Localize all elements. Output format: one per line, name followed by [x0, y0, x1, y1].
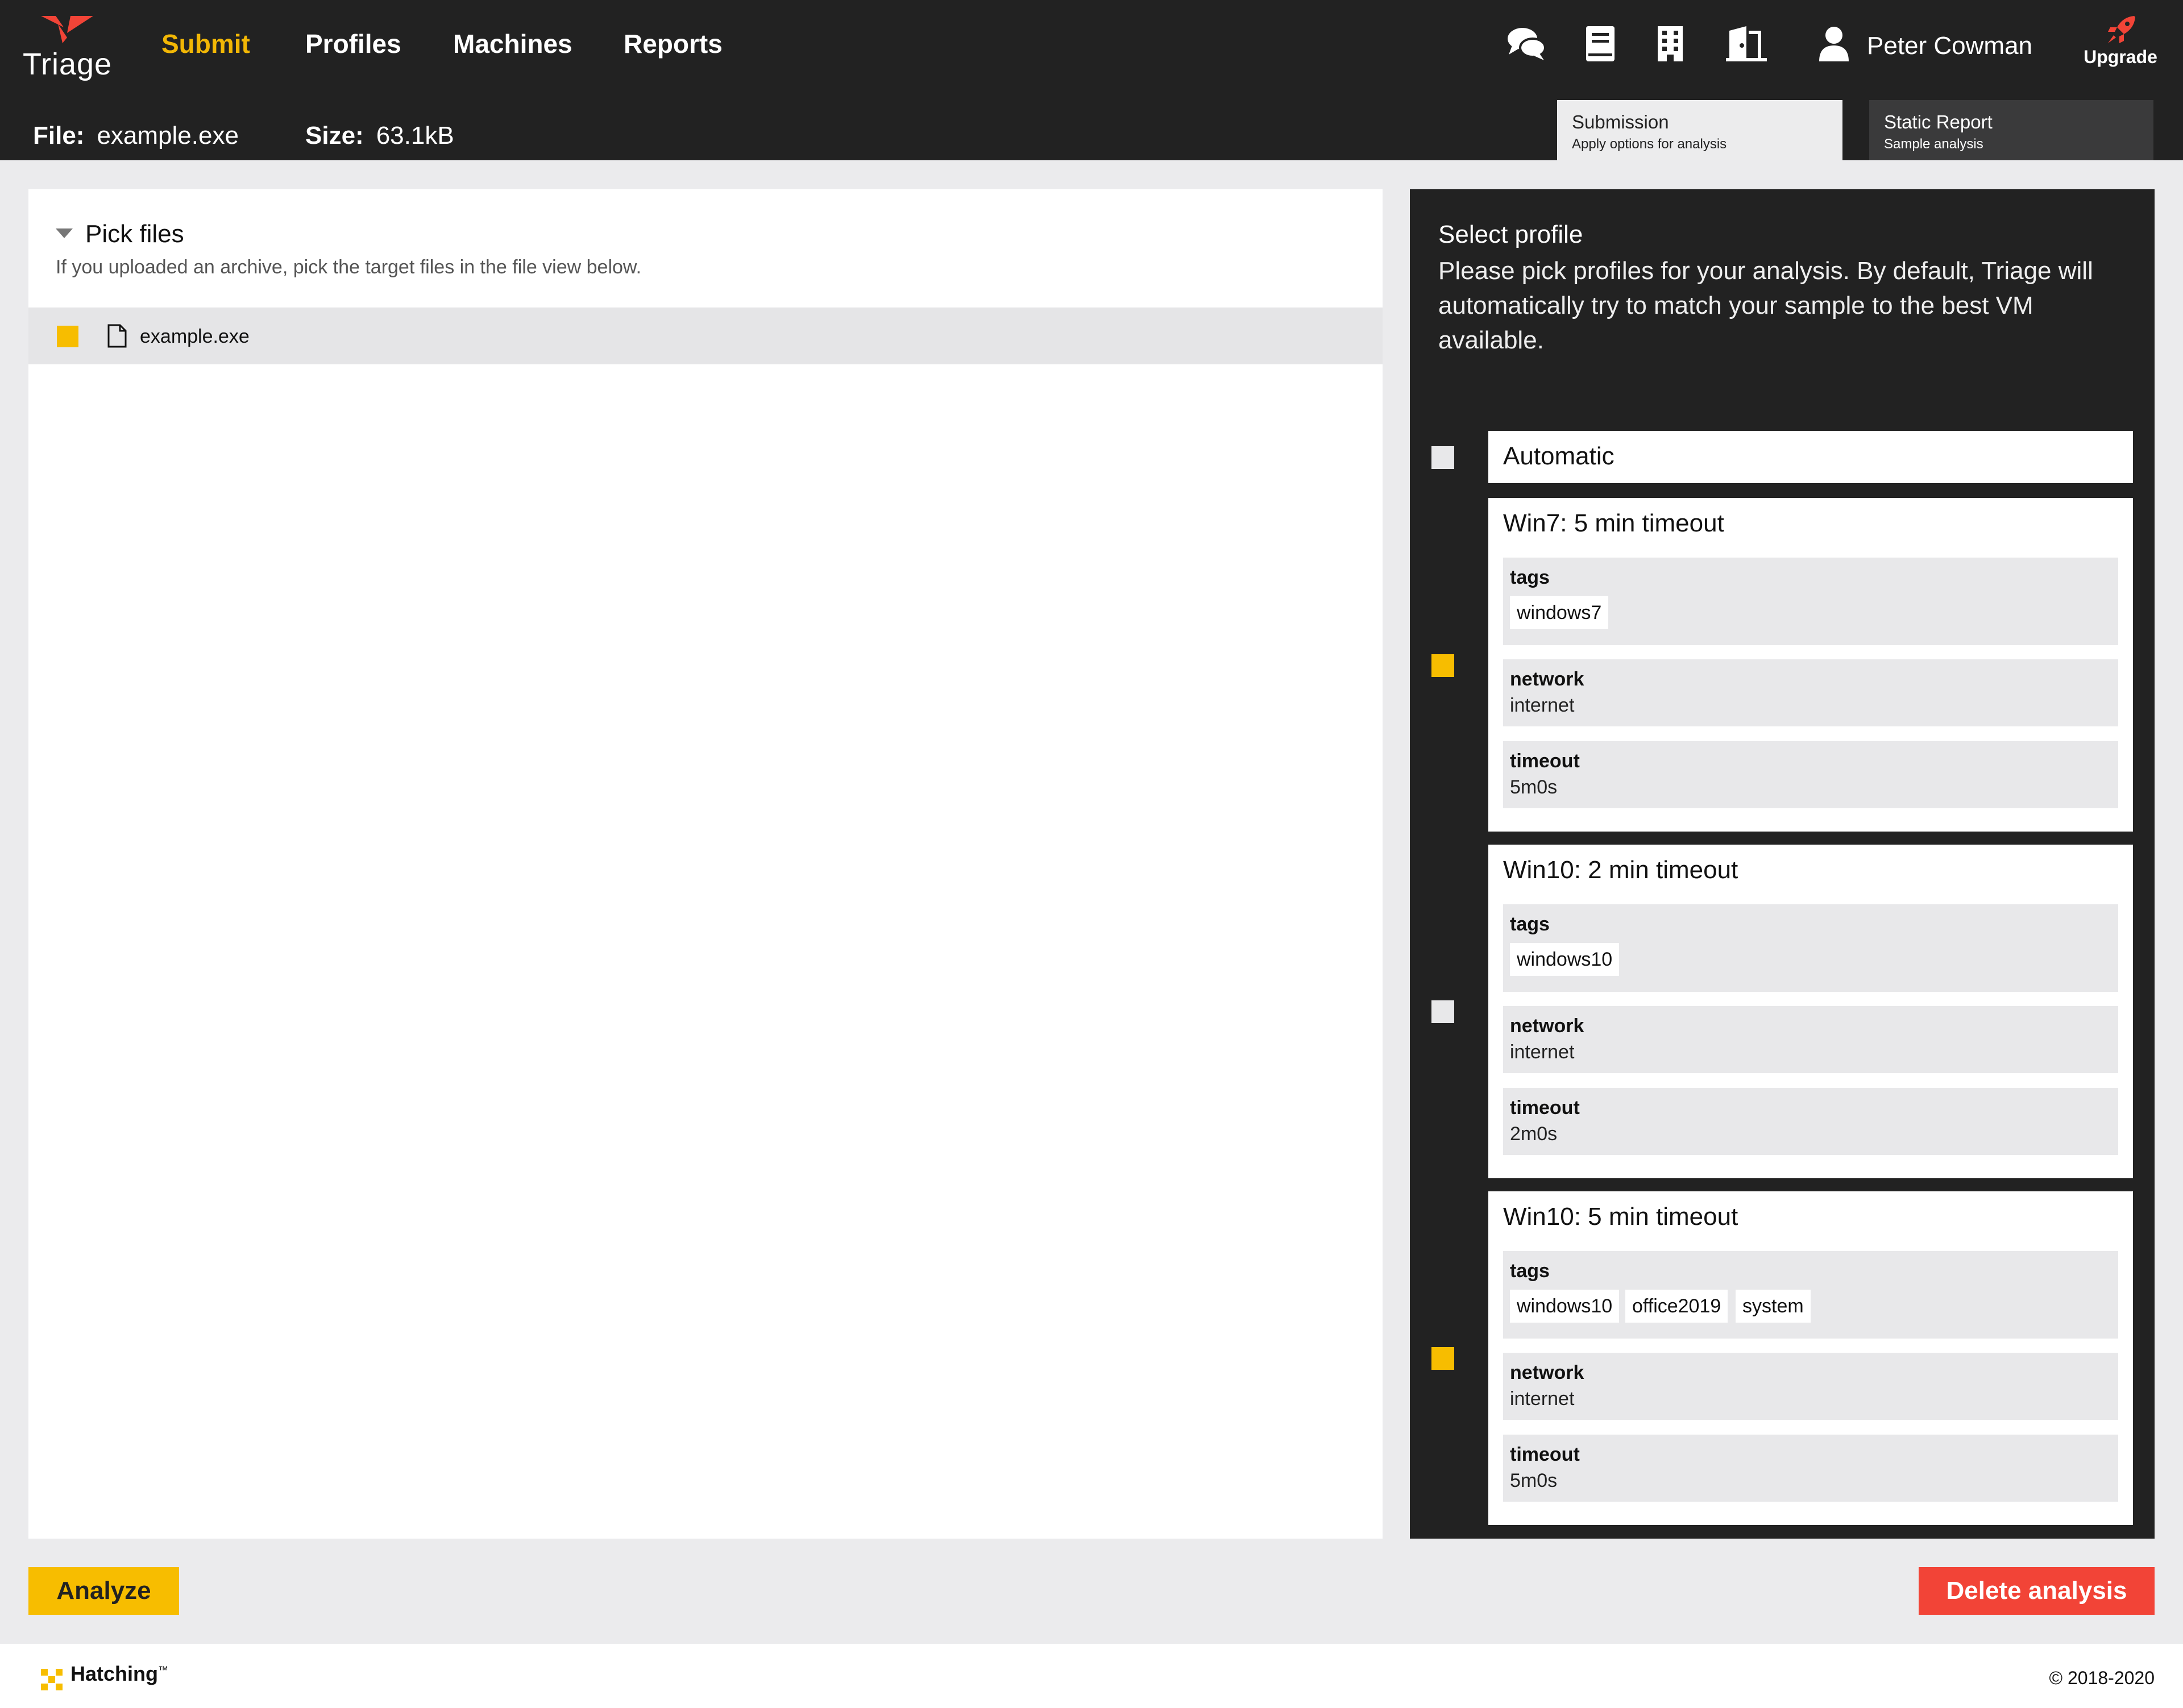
tab-static-report[interactable]: Static Report Sample analysis: [1869, 100, 2153, 160]
timeout-label: timeout: [1510, 1097, 1580, 1119]
size-label: Size:: [305, 122, 364, 149]
profile-automatic[interactable]: Automatic: [1488, 431, 2133, 483]
file-name: example.exe: [97, 122, 239, 149]
file-checkbox[interactable]: [57, 326, 78, 347]
user-name[interactable]: Peter Cowman: [1867, 32, 2032, 60]
profile-automatic-label: Automatic: [1503, 442, 1615, 470]
tag-chip: windows10: [1510, 1290, 1620, 1323]
nav-submit[interactable]: Submit: [161, 28, 250, 59]
network-value: internet: [1510, 1041, 1575, 1063]
profile-network: network internet: [1503, 1353, 2118, 1420]
tag-chip: office2019: [1625, 1290, 1728, 1323]
tag-chip: system: [1736, 1290, 1811, 1323]
timeout-value: 5m0s: [1510, 1470, 1558, 1491]
profile-tags: tags windows10 office2019 system: [1503, 1251, 2118, 1339]
delete-analysis-button[interactable]: Delete analysis: [1919, 1567, 2155, 1615]
triage-logo-icon: [41, 16, 93, 43]
tab-submission-title: Submission: [1572, 111, 1669, 132]
file-list-item[interactable]: example.exe: [28, 307, 1383, 364]
tag-chip: windows10: [1510, 943, 1620, 976]
logo-text: Triage: [23, 47, 113, 81]
hatching-logo-icon: [41, 1669, 63, 1690]
logout-door-icon[interactable]: [1726, 25, 1767, 63]
profile-checkbox[interactable]: [1431, 654, 1454, 677]
profile-checkbox[interactable]: [1431, 1347, 1454, 1370]
user-avatar-icon[interactable]: [1818, 26, 1850, 61]
chat-icon[interactable]: [1506, 25, 1546, 63]
hatching-brand[interactable]: Hatching™: [70, 1662, 168, 1686]
nav-machines[interactable]: Machines: [453, 28, 572, 59]
analyze-button[interactable]: Analyze: [28, 1567, 179, 1615]
timeout-label: timeout: [1510, 1444, 1580, 1465]
profile-name: Win10: 2 min timeout: [1503, 856, 1738, 884]
network-value: internet: [1510, 695, 1575, 716]
upgrade-label: Upgrade: [2084, 47, 2157, 67]
profile-timeout: timeout 2m0s: [1503, 1088, 2118, 1155]
tags-label: tags: [1510, 913, 1550, 935]
timeout-value: 2m0s: [1510, 1123, 1558, 1145]
profile-name: Win10: 5 min timeout: [1503, 1203, 1738, 1231]
trademark-symbol: ™: [158, 1664, 169, 1676]
tab-static-report-subtitle: Sample analysis: [1884, 136, 1983, 152]
profile-checkbox[interactable]: [1431, 1000, 1454, 1023]
file-icon: [107, 324, 127, 348]
file-size-info: Size: 63.1kB: [305, 122, 454, 150]
profile-name: Win7: 5 min timeout: [1503, 509, 1724, 537]
profile-timeout: timeout 5m0s: [1503, 741, 2118, 808]
tab-static-report-title: Static Report: [1884, 111, 1993, 132]
copyright: © 2018-2020: [2049, 1668, 2155, 1688]
pick-files-title: Pick files: [85, 220, 184, 248]
pick-files-description: If you uploaded an archive, pick the tar…: [56, 256, 642, 278]
nav-reports[interactable]: Reports: [624, 28, 723, 59]
tag-chip: windows7: [1510, 596, 1609, 629]
pick-files-panel: Pick files If you uploaded an archive, p…: [28, 189, 1383, 1539]
profile-timeout: timeout 5m0s: [1503, 1435, 2118, 1502]
top-navigation-bar: Triage Submit Profiles Machines Reports: [0, 0, 2183, 160]
select-profile-panel: Select profile Please pick profiles for …: [1410, 189, 2155, 1539]
tags-label: tags: [1510, 567, 1550, 588]
tab-submission[interactable]: Submission Apply options for analysis: [1557, 100, 1842, 160]
profile-network: network internet: [1503, 659, 2118, 726]
file-name-info: File: example.exe: [33, 122, 239, 150]
tab-submission-subtitle: Apply options for analysis: [1572, 136, 1727, 152]
profile-tags: tags windows10: [1503, 904, 2118, 992]
building-icon[interactable]: [1655, 25, 1695, 63]
select-profile-title: Select profile: [1438, 221, 1583, 248]
network-label: network: [1510, 668, 1584, 690]
footer: Hatching™ © 2018-2020: [0, 1644, 2183, 1708]
timeout-value: 5m0s: [1510, 776, 1558, 798]
profile-card[interactable]: Win7: 5 min timeout tags windows7 networ…: [1488, 498, 2133, 832]
file-size: 63.1kB: [376, 122, 454, 149]
file-name-label: example.exe: [140, 326, 250, 347]
network-label: network: [1510, 1362, 1584, 1383]
rocket-icon: [2108, 16, 2135, 43]
network-value: internet: [1510, 1388, 1575, 1410]
brand-name: Hatching: [70, 1662, 159, 1685]
profile-card[interactable]: Win10: 5 min timeout tags windows10 offi…: [1488, 1191, 2133, 1525]
triage-logo[interactable]: Triage: [23, 16, 114, 81]
timeout-label: timeout: [1510, 750, 1580, 772]
nav-profiles[interactable]: Profiles: [305, 28, 401, 59]
caret-down-icon: [56, 228, 73, 238]
tags-label: tags: [1510, 1260, 1550, 1282]
book-icon[interactable]: [1585, 25, 1625, 63]
profile-tags: tags windows7: [1503, 558, 2118, 645]
upgrade-button[interactable]: Upgrade: [2081, 10, 2160, 73]
select-profile-description: Please pick profiles for your analysis. …: [1438, 257, 2093, 354]
pick-files-toggle[interactable]: Pick files: [56, 220, 184, 248]
automatic-checkbox[interactable]: [1431, 446, 1454, 469]
profile-card[interactable]: Win10: 2 min timeout tags windows10 netw…: [1488, 845, 2133, 1178]
file-label: File:: [33, 122, 85, 149]
network-label: network: [1510, 1015, 1584, 1037]
profile-network: network internet: [1503, 1006, 2118, 1073]
